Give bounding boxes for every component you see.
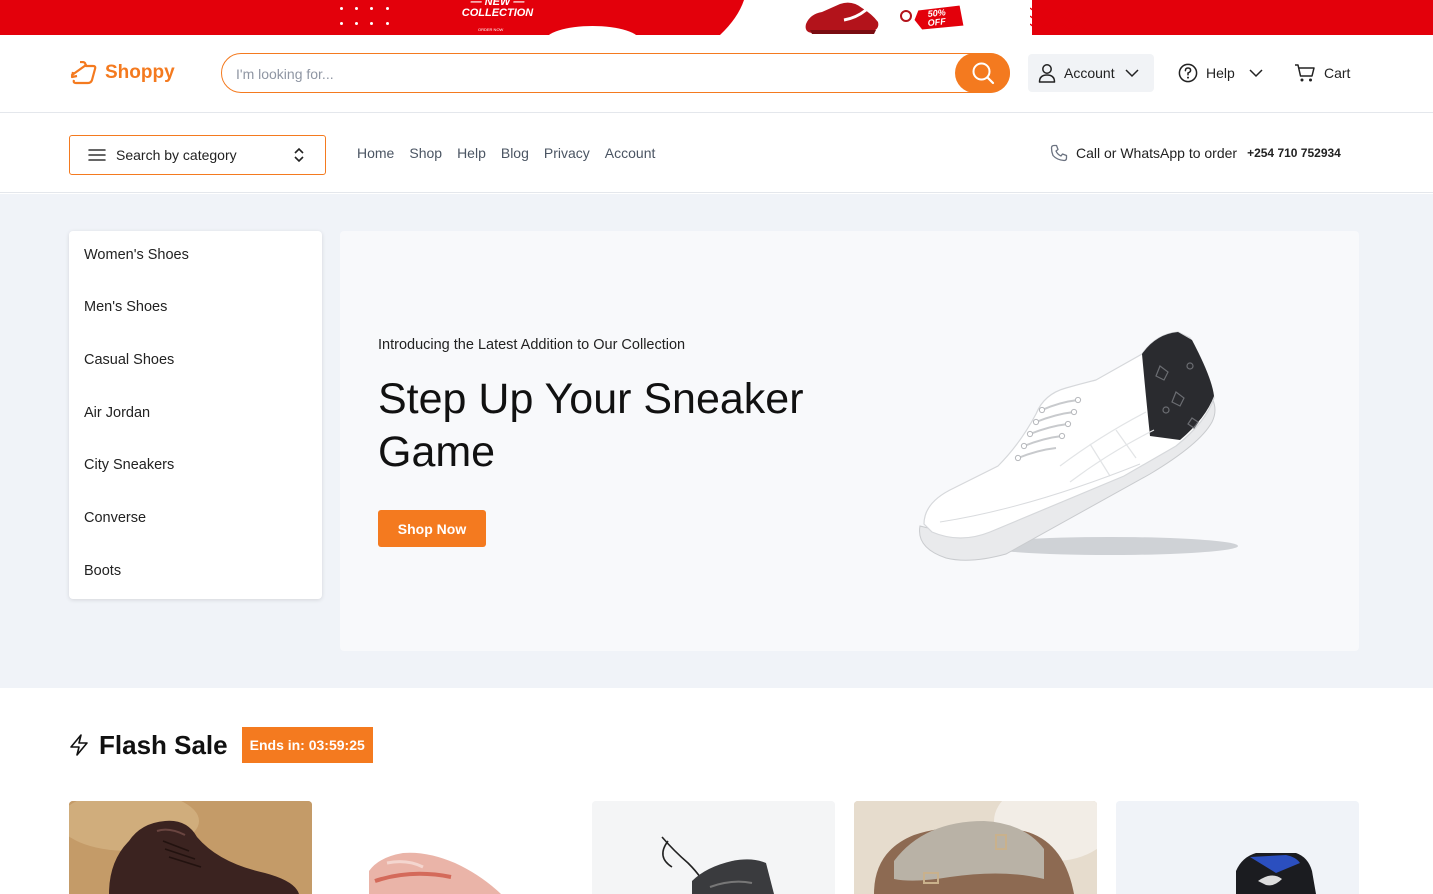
- nav-link-account[interactable]: Account: [605, 145, 656, 161]
- user-icon: [1038, 64, 1056, 83]
- cart-button[interactable]: Cart: [1294, 54, 1350, 92]
- hero-intro-text: Introducing the Latest Addition to Our C…: [378, 337, 686, 353]
- category-item-casual-shoes[interactable]: Casual Shoes: [84, 352, 174, 368]
- promo-discount-tag: 50% OFF: [900, 4, 965, 31]
- lightning-icon: [70, 734, 88, 756]
- site-logo[interactable]: Shoppy: [70, 61, 175, 85]
- promo-shoe-image: [805, 2, 879, 34]
- product-image-sandal: [854, 801, 1097, 894]
- product-card[interactable]: [592, 801, 835, 894]
- category-item-boots[interactable]: Boots: [84, 563, 121, 579]
- shop-now-button[interactable]: Shop Now: [378, 510, 486, 547]
- category-select-label: Search by category: [116, 147, 237, 163]
- category-item-converse[interactable]: Converse: [84, 510, 146, 526]
- product-card[interactable]: [69, 801, 312, 894]
- nav-bar: Search by category Home Shop Help Blog P…: [0, 113, 1433, 193]
- nav-link-blog[interactable]: Blog: [501, 145, 529, 161]
- promo-decor-hump: [545, 26, 640, 35]
- flash-sale-title: Flash Sale: [99, 729, 228, 760]
- product-image-running-shoe: [331, 801, 574, 894]
- nav-link-privacy[interactable]: Privacy: [544, 145, 590, 161]
- nav-link-home[interactable]: Home: [357, 145, 394, 161]
- flash-sale-timer: Ends in: 03:59:25: [241, 727, 373, 763]
- chevron-down-icon: [1125, 69, 1139, 78]
- product-image-jordan-sneaker: [1116, 801, 1359, 894]
- category-list: Women's Shoes Men's Shoes Casual Shoes A…: [69, 231, 322, 599]
- product-card[interactable]: [854, 801, 1097, 894]
- contact-info: Call or WhatsApp to order +254 710 75293…: [1050, 144, 1341, 162]
- promo-new-collection: — NEW — COLLECTION: [440, 0, 555, 19]
- phone-number[interactable]: +254 710 752934: [1247, 146, 1341, 160]
- help-menu-button[interactable]: Help: [1178, 54, 1263, 92]
- promo-collection-label: COLLECTION: [461, 7, 534, 19]
- search-input[interactable]: [236, 63, 936, 85]
- category-item-air-jordan[interactable]: Air Jordan: [84, 405, 150, 421]
- nav-link-shop[interactable]: Shop: [409, 145, 442, 161]
- category-item-city-sneakers[interactable]: City Sneakers: [84, 457, 174, 473]
- product-image-dress-shoe: [69, 801, 312, 894]
- menu-icon: [88, 149, 106, 161]
- cart-icon: [1295, 64, 1315, 82]
- search-button[interactable]: [955, 53, 1010, 93]
- phone-icon: [1050, 144, 1068, 162]
- promo-zigzag-decor: [1030, 7, 1087, 31]
- promo-order-now: ORDER NOW: [478, 27, 504, 32]
- search-bar: [221, 53, 1010, 93]
- product-image-black-sneaker: [592, 801, 835, 894]
- chevron-down-icon: [1249, 69, 1263, 78]
- hero-banner: Introducing the Latest Addition to Our C…: [340, 231, 1359, 651]
- hero-headline: Step Up Your Sneaker Game: [378, 375, 804, 476]
- updown-chevron-icon: [294, 147, 304, 163]
- logo-text: Shoppy: [105, 62, 175, 83]
- help-menu-label: Help: [1206, 65, 1235, 81]
- main-nav-links: Home Shop Help Blog Privacy Account: [357, 145, 655, 161]
- search-icon: [972, 62, 994, 85]
- nav-link-help[interactable]: Help: [457, 145, 486, 161]
- site-header: Shoppy Account Help: [0, 35, 1433, 113]
- account-menu-button[interactable]: Account: [1028, 54, 1154, 92]
- promo-banner[interactable]: — NEW — COLLECTION ORDER NOW 50% OFF: [0, 0, 1433, 35]
- category-item-mens-shoes[interactable]: Men's Shoes: [84, 299, 167, 315]
- promo-discount-bottom: OFF: [927, 16, 946, 28]
- category-select[interactable]: Search by category: [69, 135, 326, 175]
- hero-sneaker-image: [919, 331, 1238, 561]
- hero-section: Women's Shoes Men's Shoes Casual Shoes A…: [0, 194, 1433, 688]
- category-item-womens-shoes[interactable]: Women's Shoes: [84, 247, 189, 263]
- account-menu-label: Account: [1064, 65, 1115, 81]
- promo-dots: [336, 2, 396, 32]
- flash-sale-header: Flash Sale Ends in: 03:59:25: [69, 727, 373, 763]
- help-circle-icon: [1178, 63, 1198, 83]
- logo-icon: [70, 61, 97, 85]
- product-card[interactable]: [1116, 801, 1359, 894]
- product-card[interactable]: [331, 801, 574, 894]
- contact-text: Call or WhatsApp to order: [1076, 145, 1238, 161]
- cart-label: Cart: [1324, 65, 1351, 81]
